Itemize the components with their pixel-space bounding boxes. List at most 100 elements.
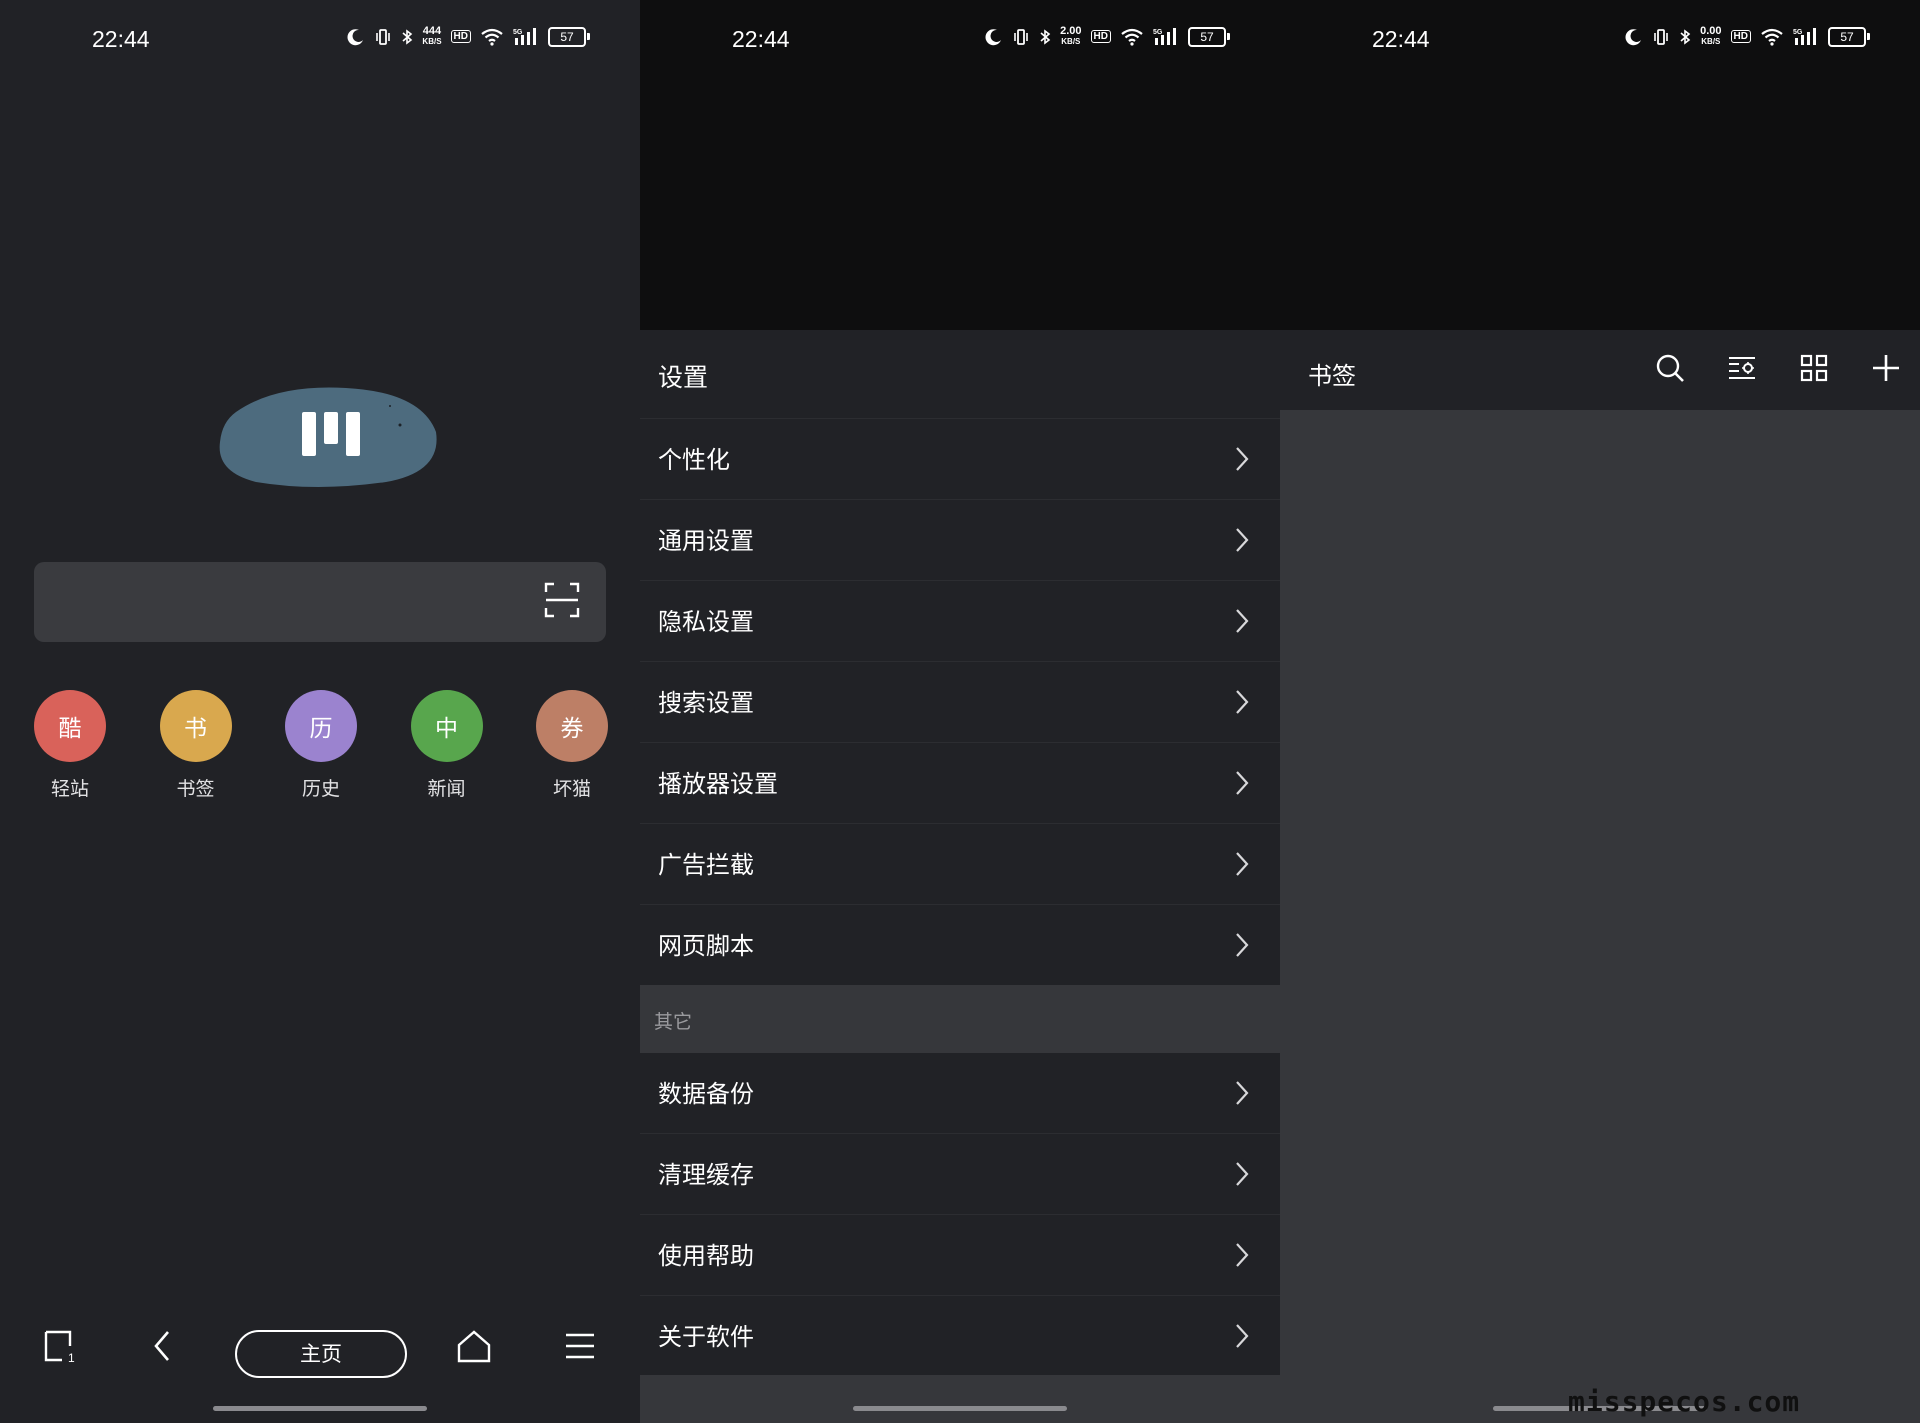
watermark-text: misspecos.com xyxy=(1568,1385,1801,1418)
shortcut-label: 历史 xyxy=(301,778,340,800)
bluetooth-icon xyxy=(401,28,413,46)
settings-menu: 个性化 通用设置 隐私设置 搜索设置 播放器设置 广告拦截 网页脚本 其它 数据… xyxy=(640,418,1280,1376)
settings-item-personalization[interactable]: 个性化 xyxy=(640,418,1280,499)
shortcut-news[interactable]: 中 新闻 xyxy=(410,690,483,801)
chevron-right-icon xyxy=(1234,1079,1250,1111)
signal-type: 5G xyxy=(1793,29,1803,36)
signal-type: 5G xyxy=(1153,29,1163,36)
settings-item-label: 数据备份 xyxy=(658,1080,754,1108)
shortcut-label: 新闻 xyxy=(427,778,466,800)
settings-sheet: 设置 个性化 通用设置 隐私设置 搜索设置 播放器设置 广告拦截 网页脚本 其它… xyxy=(640,330,1280,1423)
settings-item-label: 关于软件 xyxy=(658,1323,754,1351)
shortcut-icon: 酷 xyxy=(34,690,106,762)
settings-item-label: 个性化 xyxy=(658,446,730,474)
bookmarks-list-empty xyxy=(1280,410,1920,1423)
chevron-right-icon xyxy=(1234,1322,1250,1354)
settings-item-privacy[interactable]: 隐私设置 xyxy=(640,580,1280,661)
settings-item-search[interactable]: 搜索设置 xyxy=(640,661,1280,742)
shortcut-lightsite[interactable]: 酷 轻站 xyxy=(34,690,106,801)
settings-item-label: 广告拦截 xyxy=(658,851,754,879)
menu-icon[interactable] xyxy=(564,1328,596,1368)
tabs-button[interactable]: 1 xyxy=(42,1328,78,1368)
grid-view-icon[interactable] xyxy=(1798,352,1830,388)
bookmarks-header: 书签 xyxy=(1280,330,1920,410)
shortcut-icon: 书 xyxy=(159,690,232,762)
network-speed: 2.00 KB/S xyxy=(1060,25,1082,47)
back-button[interactable] xyxy=(148,1328,178,1368)
hd-badge: HD xyxy=(450,30,471,43)
shortcut-history[interactable]: 历 历史 xyxy=(285,690,357,801)
chevron-right-icon xyxy=(1234,769,1250,801)
hd-badge: HD xyxy=(1730,30,1751,43)
vibrate-icon xyxy=(1012,28,1030,46)
bluetooth-icon xyxy=(1679,28,1691,46)
chevron-right-icon xyxy=(1234,607,1250,639)
home-screen: 22:44 444 KB/S HD 5G 57 酷 轻站 书 书签 历 历史 中… xyxy=(0,0,640,1423)
page-title: 书签 xyxy=(1308,362,1356,390)
home-icon[interactable] xyxy=(456,1328,492,1368)
search-input[interactable] xyxy=(34,562,606,642)
wifi-icon xyxy=(1760,28,1784,46)
settings-item-general[interactable]: 通用设置 xyxy=(640,499,1280,580)
sheet-footer xyxy=(640,1375,1280,1423)
moon-icon xyxy=(985,28,1003,46)
app-logo xyxy=(219,387,437,487)
search-icon[interactable] xyxy=(1654,352,1686,388)
settings-item-backup[interactable]: 数据备份 xyxy=(640,1053,1280,1133)
shortcut-icon: 历 xyxy=(285,690,357,762)
cellular-signal-icon: 5G xyxy=(1793,27,1819,47)
scan-icon[interactable] xyxy=(544,582,580,622)
home-page-button[interactable]: 主页 xyxy=(235,1330,407,1378)
chevron-right-icon xyxy=(1234,526,1250,558)
status-bar: 22:44 0.00 KB/S HD 5G 57 xyxy=(1280,20,1920,62)
manage-list-icon[interactable] xyxy=(1726,352,1758,388)
chevron-right-icon xyxy=(1234,850,1250,882)
battery-icon: 57 xyxy=(1188,26,1230,47)
settings-item-label: 网页脚本 xyxy=(658,932,754,960)
settings-item-label: 隐私设置 xyxy=(658,608,754,636)
cellular-signal-icon: 5G xyxy=(1153,27,1179,47)
section-label: 其它 xyxy=(654,1011,693,1033)
status-bar: 22:44 444 KB/S HD 5G 57 xyxy=(0,20,640,62)
settings-item-scripts[interactable]: 网页脚本 xyxy=(640,904,1280,985)
shortcut-bookmarks[interactable]: 书 书签 xyxy=(159,690,232,801)
moon-icon xyxy=(347,28,365,46)
status-time: 22:44 xyxy=(92,26,150,52)
chevron-right-icon xyxy=(1234,445,1250,477)
status-bar: 22:44 2.00 KB/S HD 5G 57 xyxy=(640,20,1280,62)
wifi-icon xyxy=(480,28,504,46)
chevron-right-icon xyxy=(1234,1241,1250,1273)
settings-item-label: 清理缓存 xyxy=(658,1161,754,1189)
bottom-toolbar: 1 主页 xyxy=(0,1320,640,1390)
shortcut-label: 轻站 xyxy=(50,778,89,800)
page-title: 设置 xyxy=(658,363,709,392)
settings-item-label: 播放器设置 xyxy=(658,770,778,798)
battery-icon: 57 xyxy=(1828,26,1870,47)
settings-item-player[interactable]: 播放器设置 xyxy=(640,742,1280,823)
shortcut-label: 坏猫 xyxy=(552,778,591,800)
shortcut-icon: 中 xyxy=(410,690,483,762)
status-time: 22:44 xyxy=(732,26,790,52)
bluetooth-icon xyxy=(1039,28,1051,46)
settings-item-clear-cache[interactable]: 清理缓存 xyxy=(640,1133,1280,1214)
shortcut-coupons[interactable]: 券 坏猫 xyxy=(536,690,608,801)
chevron-right-icon xyxy=(1234,1160,1250,1192)
settings-item-label: 使用帮助 xyxy=(658,1242,754,1270)
gesture-bar xyxy=(853,1406,1067,1411)
chevron-right-icon xyxy=(1234,688,1250,720)
gesture-bar xyxy=(213,1406,427,1411)
settings-item-label: 搜索设置 xyxy=(658,689,754,717)
add-icon[interactable] xyxy=(1870,352,1902,388)
settings-screen: 22:44 2.00 KB/S HD 5G 57 设置 个性化 通用设置 隐私设置… xyxy=(640,0,1280,1423)
shortcut-label: 书签 xyxy=(176,778,215,800)
network-speed: 444 KB/S xyxy=(422,25,442,47)
settings-item-about[interactable]: 关于软件 xyxy=(640,1295,1280,1376)
network-speed: 0.00 KB/S xyxy=(1700,25,1722,47)
settings-item-adblock[interactable]: 广告拦截 xyxy=(640,823,1280,904)
shortcut-icon: 券 xyxy=(536,690,608,762)
chevron-right-icon xyxy=(1234,931,1250,963)
shortcut-grid: 酷 轻站 书 书签 历 历史 中 新闻 券 坏猫 xyxy=(34,690,608,801)
settings-item-help[interactable]: 使用帮助 xyxy=(640,1214,1280,1295)
bookmarks-screen: 22:44 0.00 KB/S HD 5G 57 书签 misspecos.com xyxy=(1280,0,1920,1423)
vibrate-icon xyxy=(1652,28,1670,46)
